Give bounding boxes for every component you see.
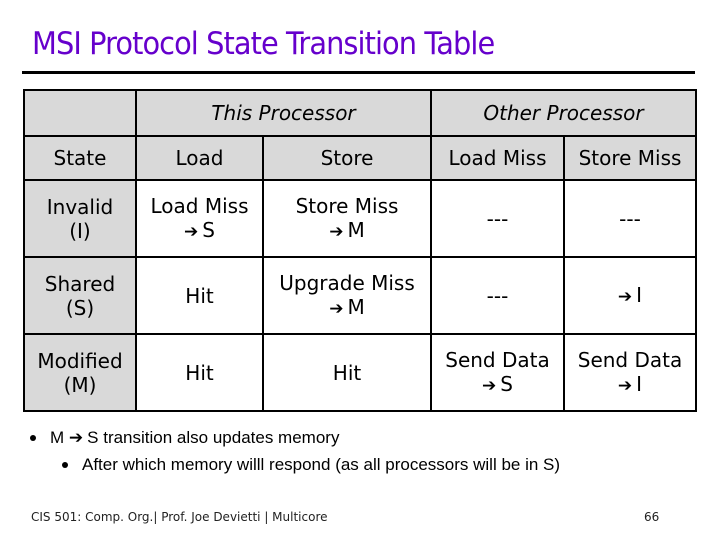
state-name: Shared bbox=[44, 271, 116, 296]
state-cell: Invalid (I) bbox=[23, 179, 137, 258]
sub-bullet-item: After which memory willl respond (as all… bbox=[62, 455, 560, 475]
col-header-store-miss: Store Miss bbox=[563, 135, 697, 181]
cell-store-miss: Send Data ➔ I bbox=[563, 333, 697, 412]
bullet-text: S transition also updates memory bbox=[87, 428, 340, 447]
col-header-store: Store bbox=[262, 135, 432, 181]
cell-action: --- bbox=[486, 206, 509, 231]
arrow-right-icon: ➔ bbox=[68, 428, 84, 447]
table-row-invalid: Invalid (I) Load Miss ➔ S Store Miss ➔ M -… bbox=[23, 179, 697, 258]
next-state: I bbox=[636, 371, 643, 396]
col-header-state: State bbox=[23, 135, 137, 181]
next-state: M bbox=[347, 217, 365, 242]
arrow-right-icon: ➔ bbox=[617, 375, 633, 396]
next-state: S bbox=[202, 217, 215, 242]
cell-store: Hit bbox=[262, 333, 432, 412]
bullet-icon bbox=[30, 434, 36, 441]
cell-load: Hit bbox=[135, 333, 264, 412]
table-row-modified: Modified (M) Hit Hit Send Data ➔ S Send D… bbox=[23, 333, 697, 412]
col-header-load: Load bbox=[135, 135, 264, 181]
title-divider bbox=[22, 71, 695, 74]
group-header-other-processor: Other Processor bbox=[430, 89, 697, 137]
cell-action: Send Data bbox=[577, 347, 683, 372]
bullet-icon bbox=[62, 461, 68, 468]
col-header-load-miss: Load Miss bbox=[430, 135, 565, 181]
arrow-right-icon: ➔ bbox=[329, 298, 344, 319]
cell-load-miss: --- bbox=[430, 179, 565, 258]
slide-title: MSI Protocol State Transition Table bbox=[32, 26, 495, 62]
arrow-right-icon: ➔ bbox=[184, 221, 199, 242]
cell-load-miss: --- bbox=[430, 256, 565, 335]
state-cell: Modified (M) bbox=[23, 333, 137, 412]
arrow-right-icon: ➔ bbox=[329, 221, 344, 242]
bullet-item: M ➔ S transition also updates memory bbox=[30, 428, 339, 448]
page-number: 66 bbox=[644, 510, 660, 524]
state-name: Invalid bbox=[46, 194, 114, 219]
state-transition-table: This Processor Other Processor State Loa… bbox=[23, 89, 697, 412]
state-cell: Shared (S) bbox=[23, 256, 137, 335]
next-state: I bbox=[636, 282, 643, 307]
arrow-right-icon: ➔ bbox=[617, 286, 633, 307]
cell-action: Hit bbox=[185, 360, 214, 385]
next-state: M bbox=[347, 294, 365, 319]
cell-action: Store Miss bbox=[295, 193, 399, 218]
bullet-state-from: M bbox=[50, 428, 65, 447]
cell-store: Upgrade Miss ➔ M bbox=[262, 256, 432, 335]
cell-action: Hit bbox=[332, 360, 362, 385]
state-abbrev: (M) bbox=[63, 372, 97, 397]
table-row-shared: Shared (S) Hit Upgrade Miss ➔ M --- ➔ I bbox=[23, 256, 697, 335]
cell-load-miss: Send Data ➔ S bbox=[430, 333, 565, 412]
cell-load: Hit bbox=[135, 256, 264, 335]
cell-load: Load Miss ➔ S bbox=[135, 179, 264, 258]
cell-action: --- bbox=[486, 283, 509, 308]
cell-store: Store Miss ➔ M bbox=[262, 179, 432, 258]
state-abbrev: (S) bbox=[65, 295, 95, 320]
cell-store-miss: --- bbox=[563, 179, 697, 258]
cell-action: Upgrade Miss bbox=[279, 270, 415, 295]
footer-course-info: CIS 501: Comp. Org.| Prof. Joe Devietti … bbox=[31, 510, 328, 524]
cell-action: Send Data bbox=[445, 347, 550, 372]
cell-store-miss: ➔ I bbox=[563, 256, 697, 335]
sub-bullet-text: After which memory willl respond (as all… bbox=[82, 455, 561, 474]
next-state: S bbox=[500, 371, 513, 396]
cell-action: Hit bbox=[185, 283, 214, 308]
state-abbrev: (I) bbox=[69, 218, 91, 243]
arrow-right-icon: ➔ bbox=[482, 375, 497, 396]
header-blank-cell bbox=[23, 89, 137, 137]
cell-action: Load Miss bbox=[150, 193, 249, 218]
state-name: Modified bbox=[37, 348, 123, 373]
group-header-this-processor: This Processor bbox=[135, 89, 432, 137]
cell-action: --- bbox=[619, 206, 641, 231]
